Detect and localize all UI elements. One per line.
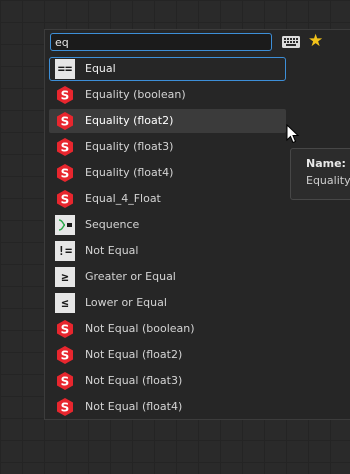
search-input[interactable] [50, 33, 272, 51]
node-tooltip: Name: Equality [290, 148, 350, 200]
substance-icon: S [55, 85, 75, 105]
svg-text:S: S [61, 349, 70, 363]
result-item[interactable]: S Not Equal (float3) [49, 369, 286, 393]
lower-equal-icon: ≤ [55, 293, 75, 313]
substance-icon: S [55, 189, 75, 209]
result-item[interactable]: S Not Equal (float2) [49, 343, 286, 367]
result-label: Equality (boolean) [85, 88, 186, 101]
substance-icon: S [55, 397, 75, 417]
substance-icon: S [55, 319, 75, 339]
svg-text:S: S [61, 167, 70, 181]
result-item[interactable]: S Equality (float3) [49, 135, 286, 159]
result-item[interactable]: S Equality (float4) [49, 161, 286, 185]
result-label: Lower or Equal [85, 296, 167, 309]
svg-text:S: S [61, 89, 70, 103]
substance-icon: S [55, 111, 75, 131]
svg-text:S: S [61, 115, 70, 129]
svg-text:S: S [61, 323, 70, 337]
result-item[interactable]: S Equality (boolean) [49, 83, 286, 107]
result-item[interactable]: S Not Equal (boolean) [49, 317, 286, 341]
result-item[interactable]: == Equal [49, 57, 286, 81]
result-item[interactable]: ≥ Greater or Equal [49, 265, 286, 289]
star-icon[interactable]: ★ [308, 31, 323, 51]
result-item[interactable]: ≤ Lower or Equal [49, 291, 286, 315]
result-label: Equality (float3) [85, 140, 174, 153]
result-item[interactable]: S Equality (float2) [49, 109, 286, 133]
result-label: Equal [85, 62, 116, 75]
result-label: Not Equal [85, 244, 139, 257]
result-label: Not Equal (float4) [85, 400, 183, 413]
substance-icon: S [55, 137, 75, 157]
svg-text:S: S [61, 401, 70, 415]
tooltip-value: Equality [306, 174, 350, 187]
result-item[interactable]: != Not Equal [49, 239, 286, 263]
result-item[interactable]: S Equal_4_Float [49, 187, 286, 211]
equal-icon: == [55, 59, 75, 79]
keyboard-icon[interactable] [281, 34, 301, 50]
result-label: Not Equal (float2) [85, 348, 183, 361]
not-equal-icon: != [55, 241, 75, 261]
result-label: Greater or Equal [85, 270, 176, 283]
mouse-cursor-icon [286, 124, 300, 144]
svg-text:S: S [61, 375, 70, 389]
result-item[interactable]: S Not Equal (float4) [49, 395, 286, 419]
substance-icon: S [55, 163, 75, 183]
result-label: Not Equal (boolean) [85, 322, 195, 335]
search-bar: ★ [50, 31, 350, 53]
sequence-icon [55, 215, 75, 235]
node-search-panel: ★ == Equal S Equality (boolean) S Equality (f… [44, 29, 350, 420]
svg-text:S: S [61, 141, 70, 155]
result-label: Sequence [85, 218, 140, 231]
tooltip-title: Name: [306, 157, 346, 170]
result-label: Not Equal (float3) [85, 374, 183, 387]
result-label: Equal_4_Float [85, 192, 161, 205]
result-label: Equality (float4) [85, 166, 174, 179]
result-label: Equality (float2) [85, 114, 174, 127]
result-item[interactable]: Sequence [49, 213, 286, 237]
substance-icon: S [55, 345, 75, 365]
substance-icon: S [55, 371, 75, 391]
greater-equal-icon: ≥ [55, 267, 75, 287]
svg-text:S: S [61, 193, 70, 207]
